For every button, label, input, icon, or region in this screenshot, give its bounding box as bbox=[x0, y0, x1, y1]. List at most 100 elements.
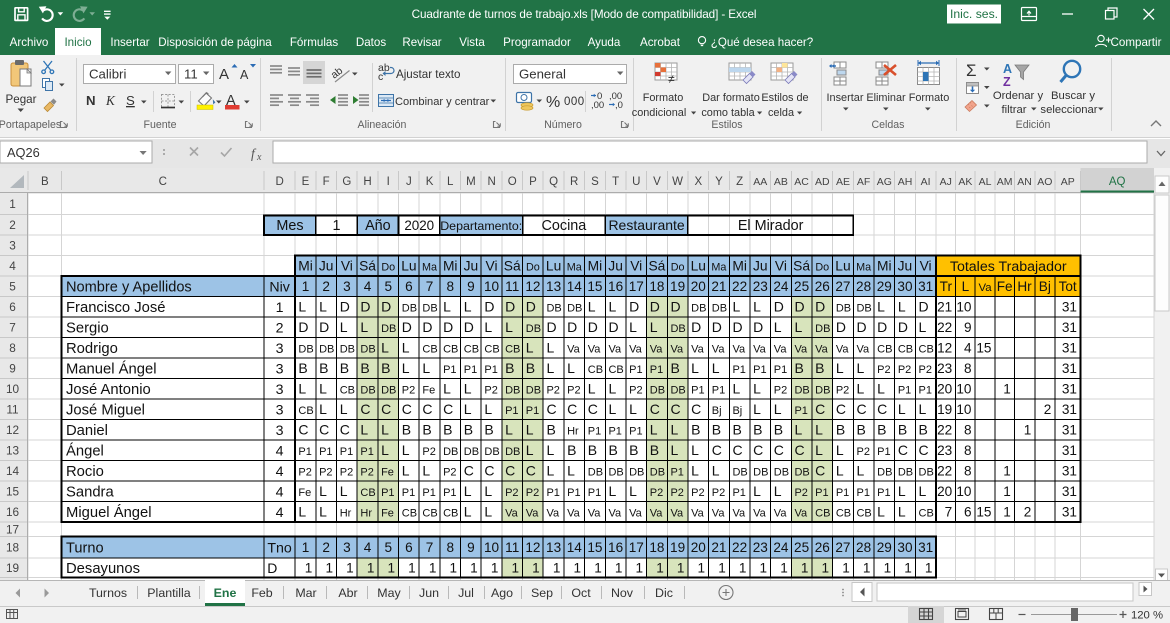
svg-text:L: L bbox=[484, 483, 492, 499]
svg-text:L: L bbox=[526, 340, 534, 356]
svg-text:Mi: Mi bbox=[588, 259, 603, 274]
svg-text:L: L bbox=[732, 299, 740, 315]
svg-text:4: 4 bbox=[276, 464, 284, 480]
svg-text:D: D bbox=[422, 319, 432, 335]
svg-text:15: 15 bbox=[976, 341, 991, 356]
svg-text:10: 10 bbox=[484, 279, 500, 294]
svg-text:10: 10 bbox=[484, 540, 500, 555]
svg-text:B: B bbox=[464, 422, 473, 438]
svg-text:Mi: Mi bbox=[732, 259, 747, 274]
svg-text:I: I bbox=[387, 176, 390, 188]
svg-text:Vi: Vi bbox=[341, 259, 353, 274]
svg-text:2: 2 bbox=[322, 540, 330, 555]
svg-text:Archivo: Archivo bbox=[10, 36, 49, 49]
svg-text:Va: Va bbox=[650, 508, 664, 520]
svg-text:P2: P2 bbox=[443, 467, 456, 479]
svg-text:Abr: Abr bbox=[338, 586, 357, 600]
svg-text:filtrar: filtrar bbox=[1001, 104, 1026, 116]
svg-text:DB: DB bbox=[526, 323, 541, 335]
svg-text:V: V bbox=[653, 176, 661, 188]
svg-text:DB: DB bbox=[836, 303, 851, 315]
svg-text:AE: AE bbox=[836, 176, 850, 188]
svg-text:P1: P1 bbox=[464, 364, 477, 376]
svg-text:31: 31 bbox=[918, 279, 933, 294]
svg-text:CB: CB bbox=[608, 364, 623, 376]
svg-text:9: 9 bbox=[467, 540, 475, 555]
svg-text:1: 1 bbox=[594, 561, 602, 576]
svg-text:1: 1 bbox=[1003, 505, 1011, 520]
svg-text:4: 4 bbox=[964, 341, 972, 356]
svg-text:Lu: Lu bbox=[691, 259, 706, 274]
svg-text:4: 4 bbox=[364, 279, 372, 294]
svg-text:DB: DB bbox=[794, 385, 809, 397]
svg-text:1: 1 bbox=[925, 561, 933, 576]
svg-text:24: 24 bbox=[773, 279, 789, 294]
svg-text:AC: AC bbox=[794, 176, 809, 188]
svg-text:Departamento:: Departamento: bbox=[440, 219, 522, 233]
svg-text:C: C bbox=[836, 401, 846, 417]
svg-text:CB: CB bbox=[298, 405, 313, 417]
svg-text:L: L bbox=[546, 463, 554, 479]
svg-text:Tot: Tot bbox=[1059, 279, 1077, 294]
svg-text:1: 1 bbox=[718, 561, 726, 576]
svg-text:13: 13 bbox=[546, 279, 561, 294]
svg-text:22: 22 bbox=[937, 464, 952, 479]
svg-text:L: L bbox=[447, 176, 454, 188]
svg-text:11: 11 bbox=[505, 540, 519, 555]
svg-text:C: C bbox=[794, 442, 804, 458]
svg-text:Va: Va bbox=[629, 344, 643, 356]
svg-text:W: W bbox=[672, 176, 683, 188]
svg-text:Va: Va bbox=[546, 508, 560, 520]
svg-text:Vi: Vi bbox=[775, 259, 787, 274]
svg-text:Estilos de: Estilos de bbox=[761, 92, 808, 104]
svg-text:AD: AD bbox=[815, 176, 830, 188]
svg-text:Nombre y Apellidos: Nombre y Apellidos bbox=[66, 279, 192, 295]
svg-text:B: B bbox=[856, 422, 865, 438]
svg-text:15: 15 bbox=[6, 484, 20, 498]
svg-text:CB: CB bbox=[505, 344, 520, 356]
svg-text:Celdas: Celdas bbox=[872, 119, 905, 131]
svg-text:Desayunos: Desayunos bbox=[66, 561, 140, 577]
svg-text:C: C bbox=[526, 463, 536, 479]
svg-text:Bj: Bj bbox=[712, 405, 722, 417]
svg-text:1: 1 bbox=[408, 561, 416, 576]
svg-text:Cuadrante de turnos de trabajo: Cuadrante de turnos de trabajo.xls [Modo… bbox=[412, 8, 757, 21]
svg-text:B: B bbox=[836, 422, 845, 438]
svg-text:1: 1 bbox=[276, 300, 284, 316]
svg-text:L: L bbox=[484, 401, 492, 417]
svg-text:Va: Va bbox=[670, 344, 684, 356]
svg-text:L: L bbox=[464, 381, 472, 397]
svg-text:L: L bbox=[381, 442, 389, 458]
svg-text:Y: Y bbox=[715, 176, 723, 188]
svg-text:8: 8 bbox=[446, 279, 454, 294]
svg-text:10: 10 bbox=[956, 300, 972, 315]
svg-text:Cocina: Cocina bbox=[542, 218, 587, 234]
svg-text:L: L bbox=[505, 422, 513, 438]
svg-text:19: 19 bbox=[670, 540, 685, 555]
svg-text:19: 19 bbox=[937, 402, 952, 417]
svg-text:31: 31 bbox=[1062, 484, 1077, 499]
svg-text:31: 31 bbox=[918, 540, 933, 555]
svg-text:c: c bbox=[378, 71, 383, 83]
svg-text:P2: P2 bbox=[712, 487, 725, 499]
svg-text:José Miguel: José Miguel bbox=[66, 402, 145, 418]
svg-text:B: B bbox=[877, 422, 886, 438]
svg-text:Sergio: Sergio bbox=[66, 320, 109, 336]
svg-text:L: L bbox=[774, 483, 782, 499]
svg-text:8: 8 bbox=[964, 464, 972, 479]
svg-text:C: C bbox=[381, 401, 391, 417]
svg-text:P1: P1 bbox=[526, 405, 539, 417]
svg-text:K: K bbox=[105, 93, 116, 108]
svg-text:Ju: Ju bbox=[898, 259, 913, 274]
svg-text:1: 1 bbox=[1024, 423, 1032, 438]
svg-text:Niv: Niv bbox=[269, 279, 290, 295]
svg-text:Ajustar texto: Ajustar texto bbox=[396, 68, 460, 81]
svg-text:L: L bbox=[319, 299, 327, 315]
svg-text:16: 16 bbox=[6, 505, 20, 519]
svg-text:9: 9 bbox=[964, 320, 972, 335]
svg-text:como tabla: como tabla bbox=[701, 107, 755, 119]
svg-text:31: 31 bbox=[1062, 361, 1077, 376]
svg-text:1: 1 bbox=[884, 561, 892, 576]
svg-text:L: L bbox=[340, 319, 348, 335]
svg-text:B: B bbox=[629, 442, 638, 458]
